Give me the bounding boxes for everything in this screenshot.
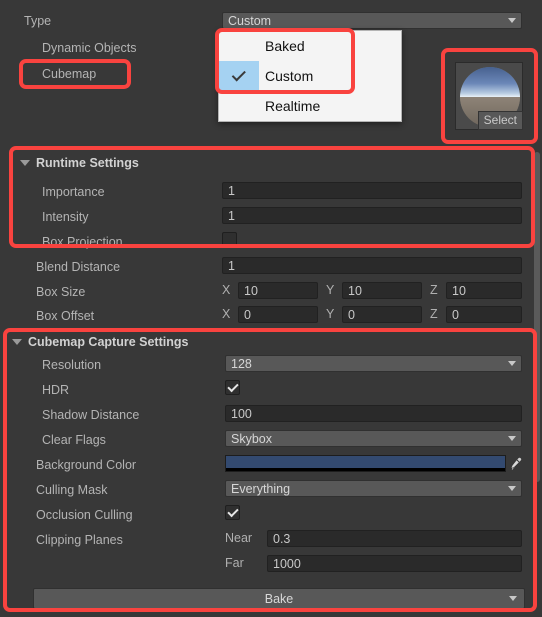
type-label: Type — [24, 14, 52, 28]
chevron-down-icon-resolution — [508, 361, 516, 366]
box-offset-x-input[interactable]: 0 — [238, 306, 318, 323]
box-offset-x-axis-label: X — [222, 307, 231, 321]
blend-distance-input[interactable]: 1 — [222, 257, 522, 274]
dropdown-option-realtime-label: Realtime — [265, 98, 321, 114]
clear-flags-value: Skybox — [231, 431, 272, 446]
clipping-near-input[interactable]: 0.3 — [267, 530, 522, 547]
vertical-scrollbar[interactable] — [534, 152, 540, 482]
resolution-value: 128 — [231, 356, 252, 371]
background-color-alpha-bar — [226, 468, 505, 471]
clipping-planes-label-row: Clipping Planes — [36, 529, 123, 551]
intensity-label: Intensity — [42, 210, 89, 224]
check-icon-baked — [219, 31, 259, 61]
box-offset-z-input[interactable]: 0 — [446, 306, 522, 323]
foldout-triangle-icon[interactable] — [20, 160, 30, 166]
cubemap-row[interactable]: Cubemap — [42, 63, 96, 85]
intensity-input[interactable]: 1 — [222, 207, 522, 224]
shadow-distance-label-row: Shadow Distance — [42, 404, 139, 426]
background-color-label: Background Color — [36, 458, 137, 472]
bake-button-label: Bake — [264, 591, 294, 606]
importance-label: Importance — [42, 185, 105, 199]
box-size-x-axis-label: X — [222, 283, 231, 297]
shadow-distance-label: Shadow Distance — [42, 408, 140, 422]
cubemap-preview[interactable]: Select — [455, 62, 523, 130]
box-size-z-axis-label: Z — [430, 283, 438, 297]
check-icon-realtime — [219, 91, 259, 121]
clipping-near-label: Near — [225, 531, 253, 545]
capture-settings-title: Cubemap Capture Settings — [28, 335, 189, 349]
clear-flags-label: Clear Flags — [42, 433, 106, 447]
box-offset-label-row: Box Offset — [36, 305, 94, 327]
clear-flags-label-row: Clear Flags — [42, 429, 106, 451]
box-size-y-input[interactable]: 10 — [342, 282, 422, 299]
bake-button[interactable]: Bake — [33, 588, 525, 609]
chevron-down-icon — [508, 18, 516, 23]
culling-mask-dropdown[interactable]: Everything — [225, 480, 522, 497]
chevron-down-icon-bake[interactable] — [509, 596, 517, 601]
resolution-dropdown[interactable]: 128 — [225, 355, 522, 372]
box-projection-checkbox[interactable] — [222, 232, 237, 247]
shadow-distance-input[interactable]: 100 — [225, 405, 522, 422]
hdr-label: HDR — [42, 383, 70, 397]
runtime-settings-header[interactable]: Runtime Settings — [20, 152, 139, 174]
type-dropdown[interactable]: Custom — [222, 12, 522, 29]
box-offset-z-axis-label: Z — [430, 307, 438, 321]
clipping-far-input[interactable]: 1000 — [267, 555, 522, 572]
box-projection-label: Box Projection — [42, 235, 123, 249]
dynamic-objects-row[interactable]: Dynamic Objects — [42, 37, 136, 59]
clipping-far-label: Far — [225, 556, 244, 570]
box-size-z-input[interactable]: 10 — [446, 282, 522, 299]
dropdown-option-custom[interactable]: Custom — [219, 61, 401, 91]
chevron-down-icon-cullingmask — [508, 486, 516, 491]
background-color-swatch[interactable] — [225, 455, 506, 472]
hdr-checkbox[interactable] — [225, 380, 240, 395]
culling-mask-value: Everything — [231, 481, 291, 496]
dropdown-option-baked[interactable]: Baked — [219, 31, 401, 61]
dynamic-objects-label: Dynamic Objects — [42, 41, 137, 55]
blend-distance-label: Blend Distance — [36, 260, 121, 274]
culling-mask-label: Culling Mask — [36, 483, 108, 497]
resolution-label: Resolution — [42, 358, 102, 372]
box-offset-y-input[interactable]: 0 — [342, 306, 422, 323]
box-size-x-input[interactable]: 10 — [238, 282, 318, 299]
box-projection-label-row: Box Projection — [42, 231, 123, 253]
occlusion-culling-checkbox[interactable] — [225, 505, 240, 520]
chevron-down-icon-clearflags — [508, 436, 516, 441]
occlusion-culling-label-row: Occlusion Culling — [36, 504, 133, 526]
unity-inspector-panel: Type Custom Dynamic Objects Cubemap Bake… — [0, 0, 542, 617]
box-size-y-axis-label: Y — [326, 283, 335, 297]
background-color-fill — [226, 456, 505, 468]
check-icon-custom — [219, 61, 259, 91]
dropdown-option-realtime[interactable]: Realtime — [219, 91, 401, 121]
box-offset-label: Box Offset — [36, 309, 95, 323]
box-size-label: Box Size — [36, 285, 86, 299]
importance-input[interactable]: 1 — [222, 182, 522, 199]
background-color-label-row: Background Color — [36, 454, 136, 476]
cubemap-label: Cubemap — [42, 67, 97, 81]
foldout-triangle-icon-capture[interactable] — [12, 339, 22, 345]
clear-flags-dropdown[interactable]: Skybox — [225, 430, 522, 447]
box-size-label-row: Box Size — [36, 281, 85, 303]
intensity-label-row: Intensity — [42, 206, 89, 228]
sphere-sky-gradient — [460, 67, 520, 97]
importance-label-row: Importance — [42, 181, 105, 203]
capture-settings-header[interactable]: Cubemap Capture Settings — [12, 331, 188, 353]
occlusion-culling-label: Occlusion Culling — [36, 508, 133, 522]
dropdown-option-custom-label: Custom — [265, 68, 314, 84]
eyedropper-icon[interactable] — [507, 455, 523, 472]
clipping-planes-label: Clipping Planes — [36, 533, 123, 547]
runtime-settings-title: Runtime Settings — [36, 156, 139, 170]
hdr-label-row: HDR — [42, 379, 69, 401]
dropdown-option-baked-label: Baked — [265, 38, 305, 54]
type-label-row: Type — [24, 10, 51, 32]
box-offset-y-axis-label: Y — [326, 307, 335, 321]
type-dropdown-value: Custom — [228, 13, 272, 28]
type-dropdown-popup[interactable]: Baked Custom Realtime — [218, 30, 402, 122]
resolution-label-row: Resolution — [42, 354, 101, 376]
blend-distance-label-row: Blend Distance — [36, 256, 120, 278]
select-button[interactable]: Select — [477, 111, 523, 130]
culling-mask-label-row: Culling Mask — [36, 479, 108, 501]
